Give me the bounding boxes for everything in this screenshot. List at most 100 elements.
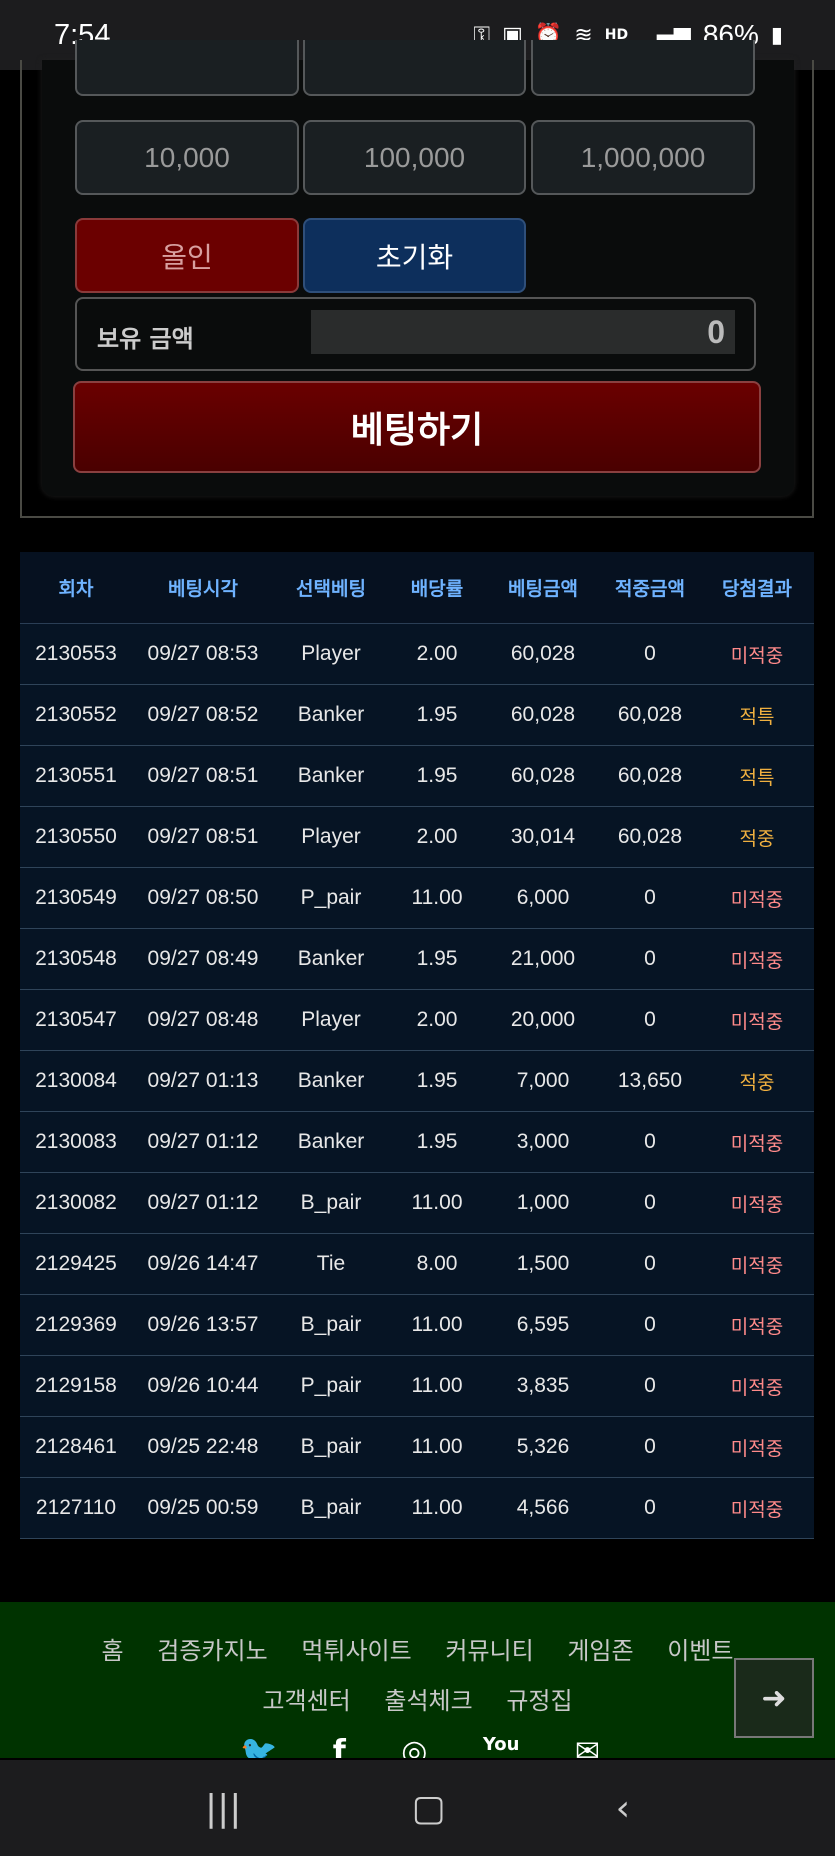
cell-round: 2130082: [35, 1191, 117, 1214]
cell-odds: 11.00: [411, 1496, 463, 1519]
cell-selection: Player: [301, 825, 361, 848]
cell-bet-time: 09/27 08:53: [147, 642, 259, 665]
holding-amount-box: 보유 금액 0: [75, 297, 756, 371]
cell-bet-time: 09/27 08:51: [147, 825, 259, 848]
cell-win-amount: 0: [644, 947, 656, 970]
table-row: 2130548 09/27 08:49 Banker 1.95 21,000 0 미적중: [20, 929, 814, 990]
cell-result: 미적중: [730, 1498, 784, 1521]
header-odds: 배당률: [410, 578, 464, 600]
footer-link-attendance[interactable]: 출석체크: [384, 1687, 472, 1715]
cell-result: 미적중: [730, 1315, 784, 1338]
reset-button[interactable]: 초기화: [303, 218, 526, 293]
cell-bet-time: 09/27 08:52: [147, 703, 259, 726]
footer-nav-row-2: 고객센터 출석체크 규정집: [0, 1676, 835, 1726]
cell-result: 적특: [739, 766, 775, 789]
table-row: 2130083 09/27 01:12 Banker 1.95 3,000 0 미적중: [20, 1112, 814, 1173]
holding-amount-value: 0: [311, 310, 735, 354]
cell-bet-amount: 1,000: [516, 1191, 570, 1214]
cell-result: 미적중: [730, 1010, 784, 1033]
cell-round: 2128461: [35, 1435, 117, 1458]
footer-link-scam-sites[interactable]: 먹튀사이트: [301, 1637, 411, 1665]
bet-history-table: 회차 베팅시각 선택베팅 배당률 베팅금액 적중금액 당첨결과 2130553 0…: [20, 552, 814, 1539]
table-body: 2130553 09/27 08:53 Player 2.00 60,028 0 미적중 21…: [20, 624, 814, 1539]
cell-bet-amount: 21,000: [510, 947, 576, 970]
cell-bet-amount: 1,500: [516, 1252, 570, 1275]
footer-link-customer-center[interactable]: 고객센터: [262, 1687, 350, 1715]
place-bet-button[interactable]: 베팅하기: [73, 381, 761, 473]
cell-selection: Banker: [297, 1069, 365, 1092]
cell-win-amount: 60,028: [617, 703, 683, 726]
cell-bet-amount: 6,000: [516, 886, 570, 909]
cell-round: 2130084: [35, 1069, 117, 1092]
cell-result: 적중: [739, 1071, 775, 1094]
cell-bet-time: 09/25 22:48: [147, 1435, 259, 1458]
recent-apps-icon[interactable]: |||: [205, 1788, 241, 1829]
table-row: 2130084 09/27 01:13 Banker 1.95 7,000 13,650 적…: [20, 1051, 814, 1112]
back-icon[interactable]: ‹: [616, 1788, 630, 1829]
cell-win-amount: 0: [644, 1008, 656, 1031]
header-bet-time: 베팅시각: [168, 578, 238, 600]
footer-link-events[interactable]: 이벤트: [667, 1637, 733, 1665]
footer-nav-row-1: 홈 검증카지노 먹튀사이트 커뮤니티 게임존 이벤트: [0, 1626, 835, 1676]
cell-round: 2130083: [35, 1130, 117, 1153]
cell-selection: B_pair: [300, 1496, 362, 1519]
cell-bet-time: 09/27 08:49: [147, 947, 259, 970]
cell-bet-time: 09/26 14:47: [147, 1252, 259, 1275]
cell-bet-amount: 60,028: [510, 642, 576, 665]
footer-link-community[interactable]: 커뮤니티: [445, 1637, 533, 1665]
table-row: 2129158 09/26 10:44 P_pair 11.00 3,835 0 미적중: [20, 1356, 814, 1417]
cell-odds: 2.00: [416, 1008, 458, 1031]
cell-odds: 1.95: [416, 947, 458, 970]
home-icon[interactable]: ▢: [411, 1788, 445, 1829]
cell-odds: 1.95: [416, 1069, 458, 1092]
cell-selection: Banker: [297, 947, 365, 970]
footer-link-rules[interactable]: 규정집: [506, 1687, 572, 1715]
table-row: 2130082 09/27 01:12 B_pair 11.00 1,000 0 미적중: [20, 1173, 814, 1234]
amount-1000000-button[interactable]: 1,000,000: [531, 120, 755, 195]
footer-link-verified-casino[interactable]: 검증카지노: [157, 1637, 267, 1665]
header-bet-amount: 베팅금액: [508, 578, 578, 600]
cell-selection: Banker: [297, 703, 365, 726]
cell-round: 2130553: [35, 642, 117, 665]
table-row: 2130552 09/27 08:52 Banker 1.95 60,028 60,028…: [20, 685, 814, 746]
amount-10000-button[interactable]: 10,000: [75, 120, 299, 195]
amount-button-partial-3[interactable]: [531, 40, 755, 96]
cell-win-amount: 0: [644, 1496, 656, 1519]
cell-selection: B_pair: [300, 1313, 362, 1336]
table-row: 2129369 09/26 13:57 B_pair 11.00 6,595 0 미적중: [20, 1295, 814, 1356]
header-result: 당첨결과: [722, 578, 792, 600]
scroll-to-top-button[interactable]: ➜: [734, 1658, 814, 1738]
twitter-icon[interactable]: 🐦: [240, 1734, 277, 1758]
cell-bet-amount: 7,000: [516, 1069, 570, 1092]
mail-icon[interactable]: ✉: [575, 1734, 600, 1758]
table-header: 회차 베팅시각 선택베팅 배당률 베팅금액 적중금액 당첨결과: [20, 552, 814, 624]
amount-button-partial-2[interactable]: [303, 40, 526, 96]
cell-selection: B_pair: [300, 1191, 362, 1214]
cell-round: 2129369: [35, 1313, 117, 1336]
cell-bet-time: 09/25 00:59: [147, 1496, 259, 1519]
instagram-icon[interactable]: ◎: [401, 1734, 427, 1758]
cell-bet-amount: 60,028: [510, 703, 576, 726]
footer-link-home[interactable]: 홈: [102, 1637, 124, 1665]
amount-100000-button[interactable]: 100,000: [303, 120, 526, 195]
cell-bet-amount: 3,835: [516, 1374, 570, 1397]
facebook-icon[interactable]: f: [333, 1734, 346, 1758]
youtube-icon[interactable]: You: [483, 1734, 520, 1758]
cell-selection: P_pair: [300, 886, 362, 909]
cell-result: 미적중: [730, 644, 784, 667]
cell-round: 2130549: [35, 886, 117, 909]
cell-odds: 11.00: [411, 1191, 463, 1214]
allin-button[interactable]: 올인: [75, 218, 299, 293]
cell-bet-amount: 60,028: [510, 764, 576, 787]
amount-button-partial-1[interactable]: [75, 40, 299, 96]
cell-bet-amount: 5,326: [516, 1435, 570, 1458]
cell-selection: B_pair: [300, 1435, 362, 1458]
cell-result: 미적중: [730, 1132, 784, 1155]
cell-odds: 1.95: [416, 1130, 458, 1153]
cell-win-amount: 60,028: [617, 825, 683, 848]
cell-bet-time: 09/27 08:50: [147, 886, 259, 909]
footer-link-game-zone[interactable]: 게임존: [567, 1637, 633, 1665]
cell-result: 적중: [739, 827, 775, 850]
table-row: 2129425 09/26 14:47 Tie 8.00 1,500 0 미적중: [20, 1234, 814, 1295]
cell-odds: 2.00: [416, 825, 458, 848]
